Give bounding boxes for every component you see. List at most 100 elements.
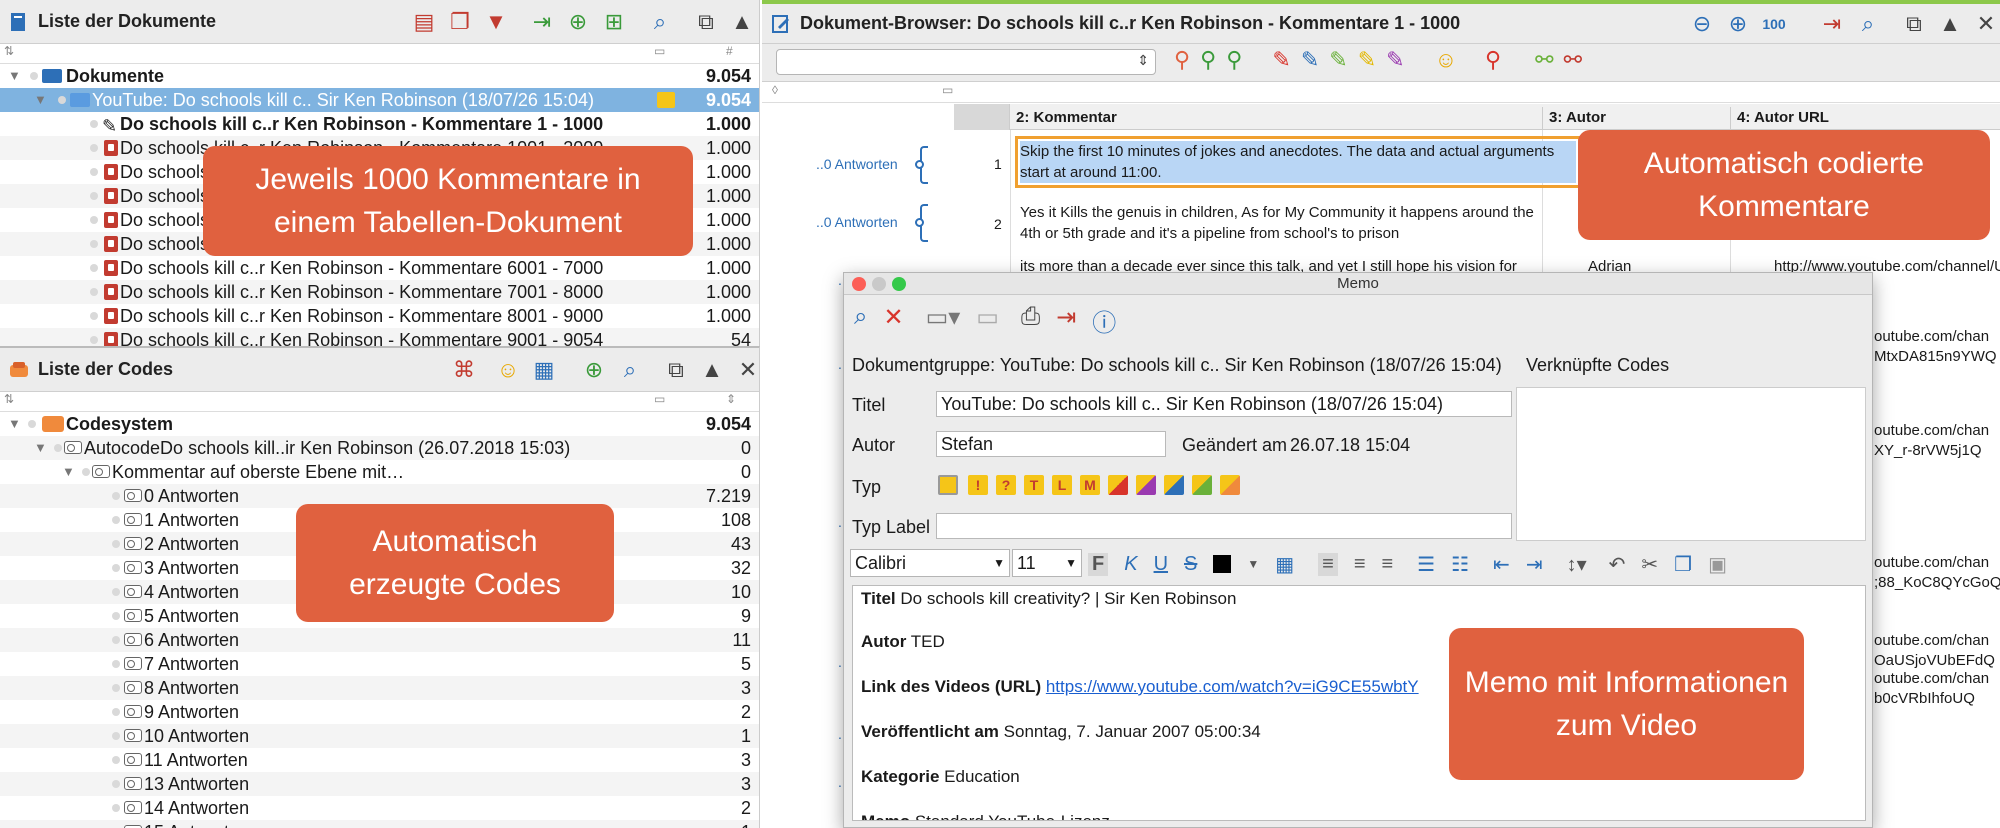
maximize-icon[interactable]: ▲ — [694, 352, 730, 388]
comment-cell-1[interactable]: Skip the first 10 minutes of jokes and a… — [1020, 141, 1576, 183]
strikethrough-icon[interactable]: S — [1184, 553, 1197, 576]
export-icon[interactable]: ⇥ — [1056, 303, 1076, 338]
type-label-field[interactable] — [936, 513, 1512, 539]
expand-triangle-icon[interactable]: ▼ — [34, 88, 47, 112]
code-tools-icon[interactable]: ⌘ — [446, 352, 482, 388]
doc-list-icon[interactable]: ▤ — [406, 4, 442, 40]
link-icon[interactable]: ⚯ — [1535, 47, 1553, 73]
close-icon[interactable]: ✕ — [1968, 6, 2000, 42]
memo-type-icon[interactable]: M — [1080, 475, 1100, 495]
document-row[interactable]: Do schools kill c..r Ken Robinson - Komm… — [0, 280, 759, 304]
code-row[interactable]: 11 Antworten 3 — [0, 748, 759, 772]
new-code-icon[interactable]: ⊕ — [576, 352, 612, 388]
copy-icon[interactable]: ❐ — [1674, 552, 1692, 577]
memo-yellow-icon[interactable] — [657, 92, 675, 108]
font-select[interactable]: Calibri ▼ — [850, 549, 1010, 577]
import-icon[interactable]: ⇥ — [524, 4, 560, 40]
expand-triangle-icon[interactable]: ▼ — [8, 412, 21, 436]
info-icon[interactable]: ⓘ — [1092, 303, 1116, 338]
highlighter-purple-icon[interactable]: ✎ — [1386, 47, 1404, 73]
line-spacing-icon[interactable]: ↕▾ — [1567, 552, 1587, 577]
maximize-icon[interactable]: ▲ — [724, 4, 759, 40]
author-field[interactable]: Stefan — [936, 431, 1166, 457]
insert-date-icon[interactable]: ▦ — [1275, 552, 1294, 577]
undock-icon[interactable]: ⧉ — [658, 352, 694, 388]
code-select-dropdown[interactable]: ⇕ — [776, 49, 1156, 75]
memo-delete-icon[interactable]: ▭ — [976, 303, 999, 338]
column-header-kommentar[interactable]: 2: Kommentar — [1016, 107, 1117, 128]
code-row[interactable]: 9 Antworten 2 — [0, 700, 759, 724]
code-plus-icon[interactable]: ⚲ — [1226, 47, 1242, 73]
memo-type-combo-icon[interactable] — [1220, 475, 1240, 495]
expand-triangle-icon[interactable]: ▼ — [8, 64, 21, 88]
italic-icon[interactable]: K — [1124, 553, 1137, 576]
delete-icon[interactable]: ✕ — [883, 303, 903, 338]
undock-icon[interactable]: ⧉ — [688, 4, 724, 40]
document-row[interactable]: Do schools kill c..r Ken Robinson - Komm… — [0, 256, 759, 280]
new-folder-icon[interactable]: ⊞ — [596, 4, 632, 40]
code-pin-icon[interactable]: ⚲ — [1485, 47, 1501, 73]
code-row[interactable]: 7 Antworten 5 — [0, 652, 759, 676]
numbered-list-icon[interactable]: ☷ — [1451, 552, 1469, 577]
align-center-icon[interactable]: ≡ — [1354, 553, 1366, 576]
maximize-icon[interactable]: ▲ — [1932, 6, 1968, 42]
code-row[interactable]: 13 Antworten 3 — [0, 772, 759, 796]
code-icon[interactable]: ⚲ — [1174, 47, 1190, 73]
memo-type-combo-icon[interactable] — [1108, 475, 1128, 495]
search-icon[interactable]: ⌕ — [1850, 6, 1886, 42]
unlink-icon[interactable]: ⚯ — [1564, 47, 1582, 73]
memo-type-icon[interactable]: L — [1052, 475, 1072, 495]
video-link[interactable]: https://www.youtube.com/watch?v=iG9CE55w… — [1046, 677, 1419, 696]
emoji-icon[interactable]: ☺ — [1435, 47, 1457, 73]
document-row[interactable]: ▼ YouTube: Do schools kill c.. Sir Ken Ro… — [0, 88, 759, 112]
expand-triangle-icon[interactable]: ▼ — [62, 460, 75, 484]
search-icon[interactable]: ⌕ — [854, 303, 867, 338]
code-row[interactable]: 14 Antworten 2 — [0, 796, 759, 820]
memo-type-icon[interactable]: T — [1024, 475, 1044, 495]
expand-triangle-icon[interactable]: ▼ — [34, 436, 47, 460]
chevron-down-icon[interactable]: ▼ — [1247, 557, 1259, 571]
indent-icon[interactable]: ⇥ — [1526, 552, 1543, 577]
emoticode-icon[interactable]: ☺ — [490, 352, 526, 388]
outdent-icon[interactable]: ⇤ — [1493, 552, 1510, 577]
memo-type-combo-icon[interactable] — [1164, 475, 1184, 495]
undock-icon[interactable]: ⧉ — [1896, 6, 1932, 42]
title-field[interactable]: YouTube: Do schools kill c.. Sir Ken Rob… — [936, 391, 1512, 417]
search-icon[interactable]: ⌕ — [612, 352, 648, 388]
cut-icon[interactable]: ✂ — [1641, 552, 1658, 577]
comment-cell-2[interactable]: Yes it Kills the genuis in children, As … — [1020, 202, 1550, 246]
margin-code-label[interactable]: ..0 Antworten — [816, 154, 898, 175]
document-row[interactable]: Do schools kill c..r Ken Robinson - Komm… — [0, 304, 759, 328]
code-row[interactable]: ▼ Kommentar auf oberste Ebene mit… 0 — [0, 460, 759, 484]
size-select[interactable]: 11 ▼ — [1012, 549, 1082, 577]
code-new-icon[interactable]: ⚲ — [1200, 47, 1216, 73]
underline-icon[interactable]: U — [1154, 553, 1168, 576]
align-right-icon[interactable]: ≡ — [1382, 553, 1394, 576]
memo-type-combo-icon[interactable] — [1136, 475, 1156, 495]
code-matrix-icon[interactable]: ▦ — [526, 352, 562, 388]
linked-codes-list[interactable] — [1516, 387, 1866, 541]
code-row[interactable]: 6 Antworten 11 — [0, 628, 759, 652]
margin-code-label[interactable]: ..0 Antworten — [816, 212, 898, 233]
search-icon[interactable]: ⌕ — [642, 4, 678, 40]
zoom-out-icon[interactable]: ⊖ — [1684, 6, 1720, 42]
doc-filter-icon[interactable]: ▼ — [478, 4, 514, 40]
export-icon[interactable]: ⇥ — [1814, 6, 1850, 42]
close-icon[interactable]: ✕ — [730, 352, 759, 388]
memo-type-yellow-icon[interactable] — [938, 475, 958, 495]
memo-type-combo-icon[interactable] — [1192, 475, 1212, 495]
align-left-icon[interactable]: ≡ — [1318, 552, 1338, 576]
memo-type-icon[interactable]: ! — [968, 475, 988, 495]
code-row[interactable]: ▼ AutocodeDo schools kill..ir Ken Robinso… — [0, 436, 759, 460]
memo-type-icon[interactable]: ▭▾ — [926, 303, 961, 338]
bullet-list-icon[interactable]: ☰ — [1417, 552, 1435, 577]
print-icon[interactable]: ⎙ — [1021, 303, 1040, 338]
undo-icon[interactable]: ↶ — [1609, 552, 1626, 577]
bold-icon[interactable]: F — [1088, 552, 1109, 576]
new-document-icon[interactable]: ⊕ — [560, 4, 596, 40]
memo-type-icon[interactable]: ? — [996, 475, 1016, 495]
code-row[interactable]: 10 Antworten 1 — [0, 724, 759, 748]
zoom-in-icon[interactable]: ⊕ — [1720, 6, 1756, 42]
minimize-window-icon[interactable] — [872, 277, 886, 291]
close-window-icon[interactable] — [852, 277, 866, 291]
